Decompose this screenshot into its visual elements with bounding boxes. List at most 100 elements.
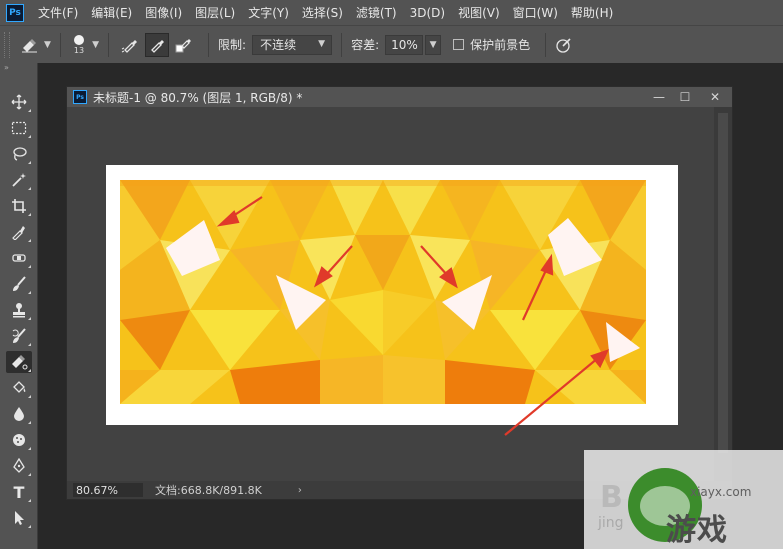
tool-group-indicator — [28, 291, 31, 294]
menu-image[interactable]: 图像(I) — [145, 4, 182, 21]
tool-group-indicator — [28, 499, 31, 502]
paint-bucket-tool[interactable] — [6, 377, 32, 399]
menu-help[interactable]: 帮助(H) — [571, 4, 613, 21]
protect-foreground-label: 保护前景色 — [470, 38, 531, 52]
menu-type[interactable]: 文字(Y) — [248, 4, 289, 21]
document-title: 未标题-1 @ 80.7% (图层 1, RGB/8) * — [93, 90, 303, 105]
pen-tool[interactable] — [6, 455, 32, 477]
history-brush-tool[interactable] — [6, 325, 32, 347]
path-selection-tool[interactable] — [6, 507, 32, 529]
sampling-once-button[interactable] — [145, 32, 170, 57]
menu-3d[interactable]: 3D(D) — [410, 6, 445, 20]
menu-view[interactable]: 视图(V) — [458, 4, 500, 21]
eyedropper-tool[interactable] — [6, 221, 32, 243]
tool-group-indicator — [28, 421, 31, 424]
tool-group-indicator — [28, 317, 31, 320]
dodge-tool[interactable] — [6, 429, 32, 451]
separator — [545, 32, 547, 57]
scrollbar-thumb[interactable] — [718, 113, 728, 453]
brush-icon — [13, 276, 26, 291]
blur-tool[interactable] — [6, 403, 32, 425]
watermark-letters: B — [600, 480, 623, 515]
lasso-tool[interactable] — [6, 143, 32, 165]
tool-group-indicator — [28, 239, 31, 242]
document-title-bar[interactable]: Ps 未标题-1 @ 80.7% (图层 1, RGB/8) * — ☐ ✕ — [67, 87, 732, 107]
crop-tool[interactable] — [6, 195, 32, 217]
maximize-button[interactable]: ☐ — [672, 87, 698, 107]
type-icon: T — [13, 482, 25, 502]
chevron-down-icon: ▼ — [44, 39, 51, 50]
brush-preset-picker[interactable]: 13 — [73, 34, 85, 55]
droplet-icon — [14, 407, 24, 421]
close-button[interactable]: ✕ — [698, 87, 732, 107]
tool-group-indicator — [28, 109, 31, 112]
type-tool[interactable]: T — [6, 481, 32, 503]
watermark-sub: jing — [598, 515, 624, 531]
tool-group-indicator — [28, 187, 31, 190]
magic-wand-icon — [12, 173, 26, 187]
limit-select-value: 不连续 — [260, 38, 297, 52]
move-icon — [11, 94, 27, 110]
menu-file[interactable]: 文件(F) — [38, 4, 78, 21]
options-bar: ▼ 13 ▼ 限制: 不连续 ▼ 容差: 10% ▼ 保护前景色 — [0, 25, 783, 63]
sampling-background-swatch-button[interactable] — [172, 33, 196, 57]
photoshop-doc-icon: Ps — [73, 90, 87, 104]
collapse-panel-icon[interactable]: » — [0, 63, 37, 73]
menu-layer[interactable]: 图层(L) — [195, 4, 235, 21]
options-bar-grip[interactable] — [4, 31, 10, 58]
brush-size: 13 — [73, 45, 85, 55]
move-tool[interactable] — [6, 91, 32, 113]
sponge-icon — [13, 434, 25, 446]
tool-group-indicator — [28, 343, 31, 346]
tool-group-indicator — [28, 213, 31, 216]
pen-pressure-icon — [556, 37, 571, 53]
tool-group-indicator — [28, 395, 31, 398]
rect-marquee-icon — [11, 121, 27, 135]
limit-label: 限制: — [218, 38, 247, 52]
history-brush-icon — [12, 328, 26, 343]
tool-group-indicator — [28, 447, 31, 450]
tolerance-input[interactable]: 10% — [385, 34, 424, 55]
clone-stamp-tool[interactable] — [6, 299, 32, 321]
status-menu-arrow[interactable]: › — [298, 485, 302, 496]
tolerance-input-value: 10% — [391, 37, 418, 52]
zoom-level: 80.67% — [76, 483, 118, 497]
pressure-size-button[interactable] — [555, 36, 573, 54]
eyedropper-icon — [12, 226, 25, 240]
watermark-url: xiayx.com — [690, 485, 752, 499]
pen-icon — [13, 458, 25, 473]
marquee-tool[interactable] — [6, 117, 32, 139]
eyedropper-swatch-icon — [175, 38, 192, 52]
menu-filter[interactable]: 滤镜(T) — [356, 4, 397, 21]
magic-wand-tool[interactable] — [6, 169, 32, 191]
brush-tool[interactable] — [6, 273, 32, 295]
limit-select[interactable]: 不连续 ▼ — [252, 34, 333, 55]
tool-group-indicator — [28, 525, 31, 528]
chevron-down-icon[interactable]: ▼ — [92, 40, 99, 50]
background-eraser-icon — [22, 38, 37, 52]
brush-tip-icon — [74, 34, 85, 45]
menu-window[interactable]: 窗口(W) — [513, 4, 558, 21]
photoshop-logo: Ps — [6, 3, 24, 22]
menu-bar: Ps 文件(F) 编辑(E) 图像(I) 图层(L) 文字(Y) 选择(S) 滤… — [0, 0, 783, 25]
protect-foreground-checkbox[interactable] — [453, 39, 465, 50]
low-poly-yellow-artwork[interactable] — [120, 180, 646, 404]
background-eraser-tool[interactable] — [6, 351, 32, 373]
sampling-continuous-button[interactable] — [118, 33, 142, 57]
vertical-scrollbar[interactable] — [714, 107, 732, 485]
menu-select[interactable]: 选择(S) — [302, 4, 343, 21]
paint-bucket-icon — [13, 381, 26, 393]
healing-brush-tool[interactable] — [6, 247, 32, 269]
maximize-icon: ☐ — [679, 90, 691, 104]
window-controls: — ☐ ✕ — [646, 87, 732, 107]
bandage-icon — [12, 254, 26, 262]
eyedropper-once-icon — [151, 39, 165, 53]
zoom-level-field[interactable]: 80.67% — [73, 483, 143, 497]
stamp-icon — [13, 303, 25, 318]
tool-preset-picker[interactable]: ▼ — [20, 36, 51, 54]
minimize-button[interactable]: — — [646, 87, 672, 107]
tolerance-dropdown[interactable]: ▼ — [425, 34, 442, 55]
document-size-info: 文档:668.8K/891.8K — [155, 484, 262, 497]
menu-edit[interactable]: 编辑(E) — [91, 4, 132, 21]
separator — [108, 32, 110, 57]
